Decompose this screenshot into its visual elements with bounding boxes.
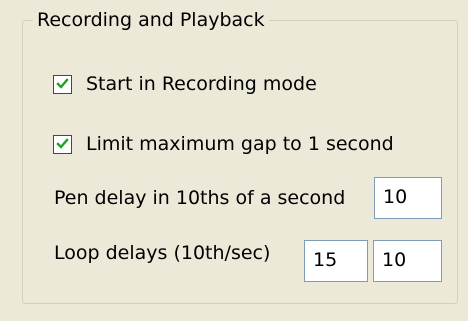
groupbox-title: Recording and Playback (33, 8, 269, 32)
loop-delays-label: Loop delays (10th/sec) (54, 242, 271, 264)
start-recording-label: Start in Recording mode (86, 73, 317, 95)
limit-gap-option[interactable]: Limit maximum gap to 1 second (53, 130, 394, 158)
pen-delay-input[interactable]: 10 (374, 177, 442, 219)
limit-gap-label: Limit maximum gap to 1 second (86, 133, 394, 155)
settings-window: Recording and Playback Start in Recordin… (0, 0, 468, 321)
check-mark-icon (56, 137, 69, 149)
limit-gap-checkbox[interactable] (53, 134, 72, 154)
dialog-panel: Recording and Playback Start in Recordin… (0, 0, 468, 321)
loop-delay-second-input[interactable]: 10 (373, 240, 442, 282)
check-mark-icon (56, 77, 69, 89)
start-recording-option[interactable]: Start in Recording mode (53, 70, 317, 98)
pen-delay-label: Pen delay in 10ths of a second (54, 187, 346, 209)
loop-delay-first-input[interactable]: 15 (304, 240, 368, 282)
start-recording-checkbox[interactable] (53, 74, 72, 94)
